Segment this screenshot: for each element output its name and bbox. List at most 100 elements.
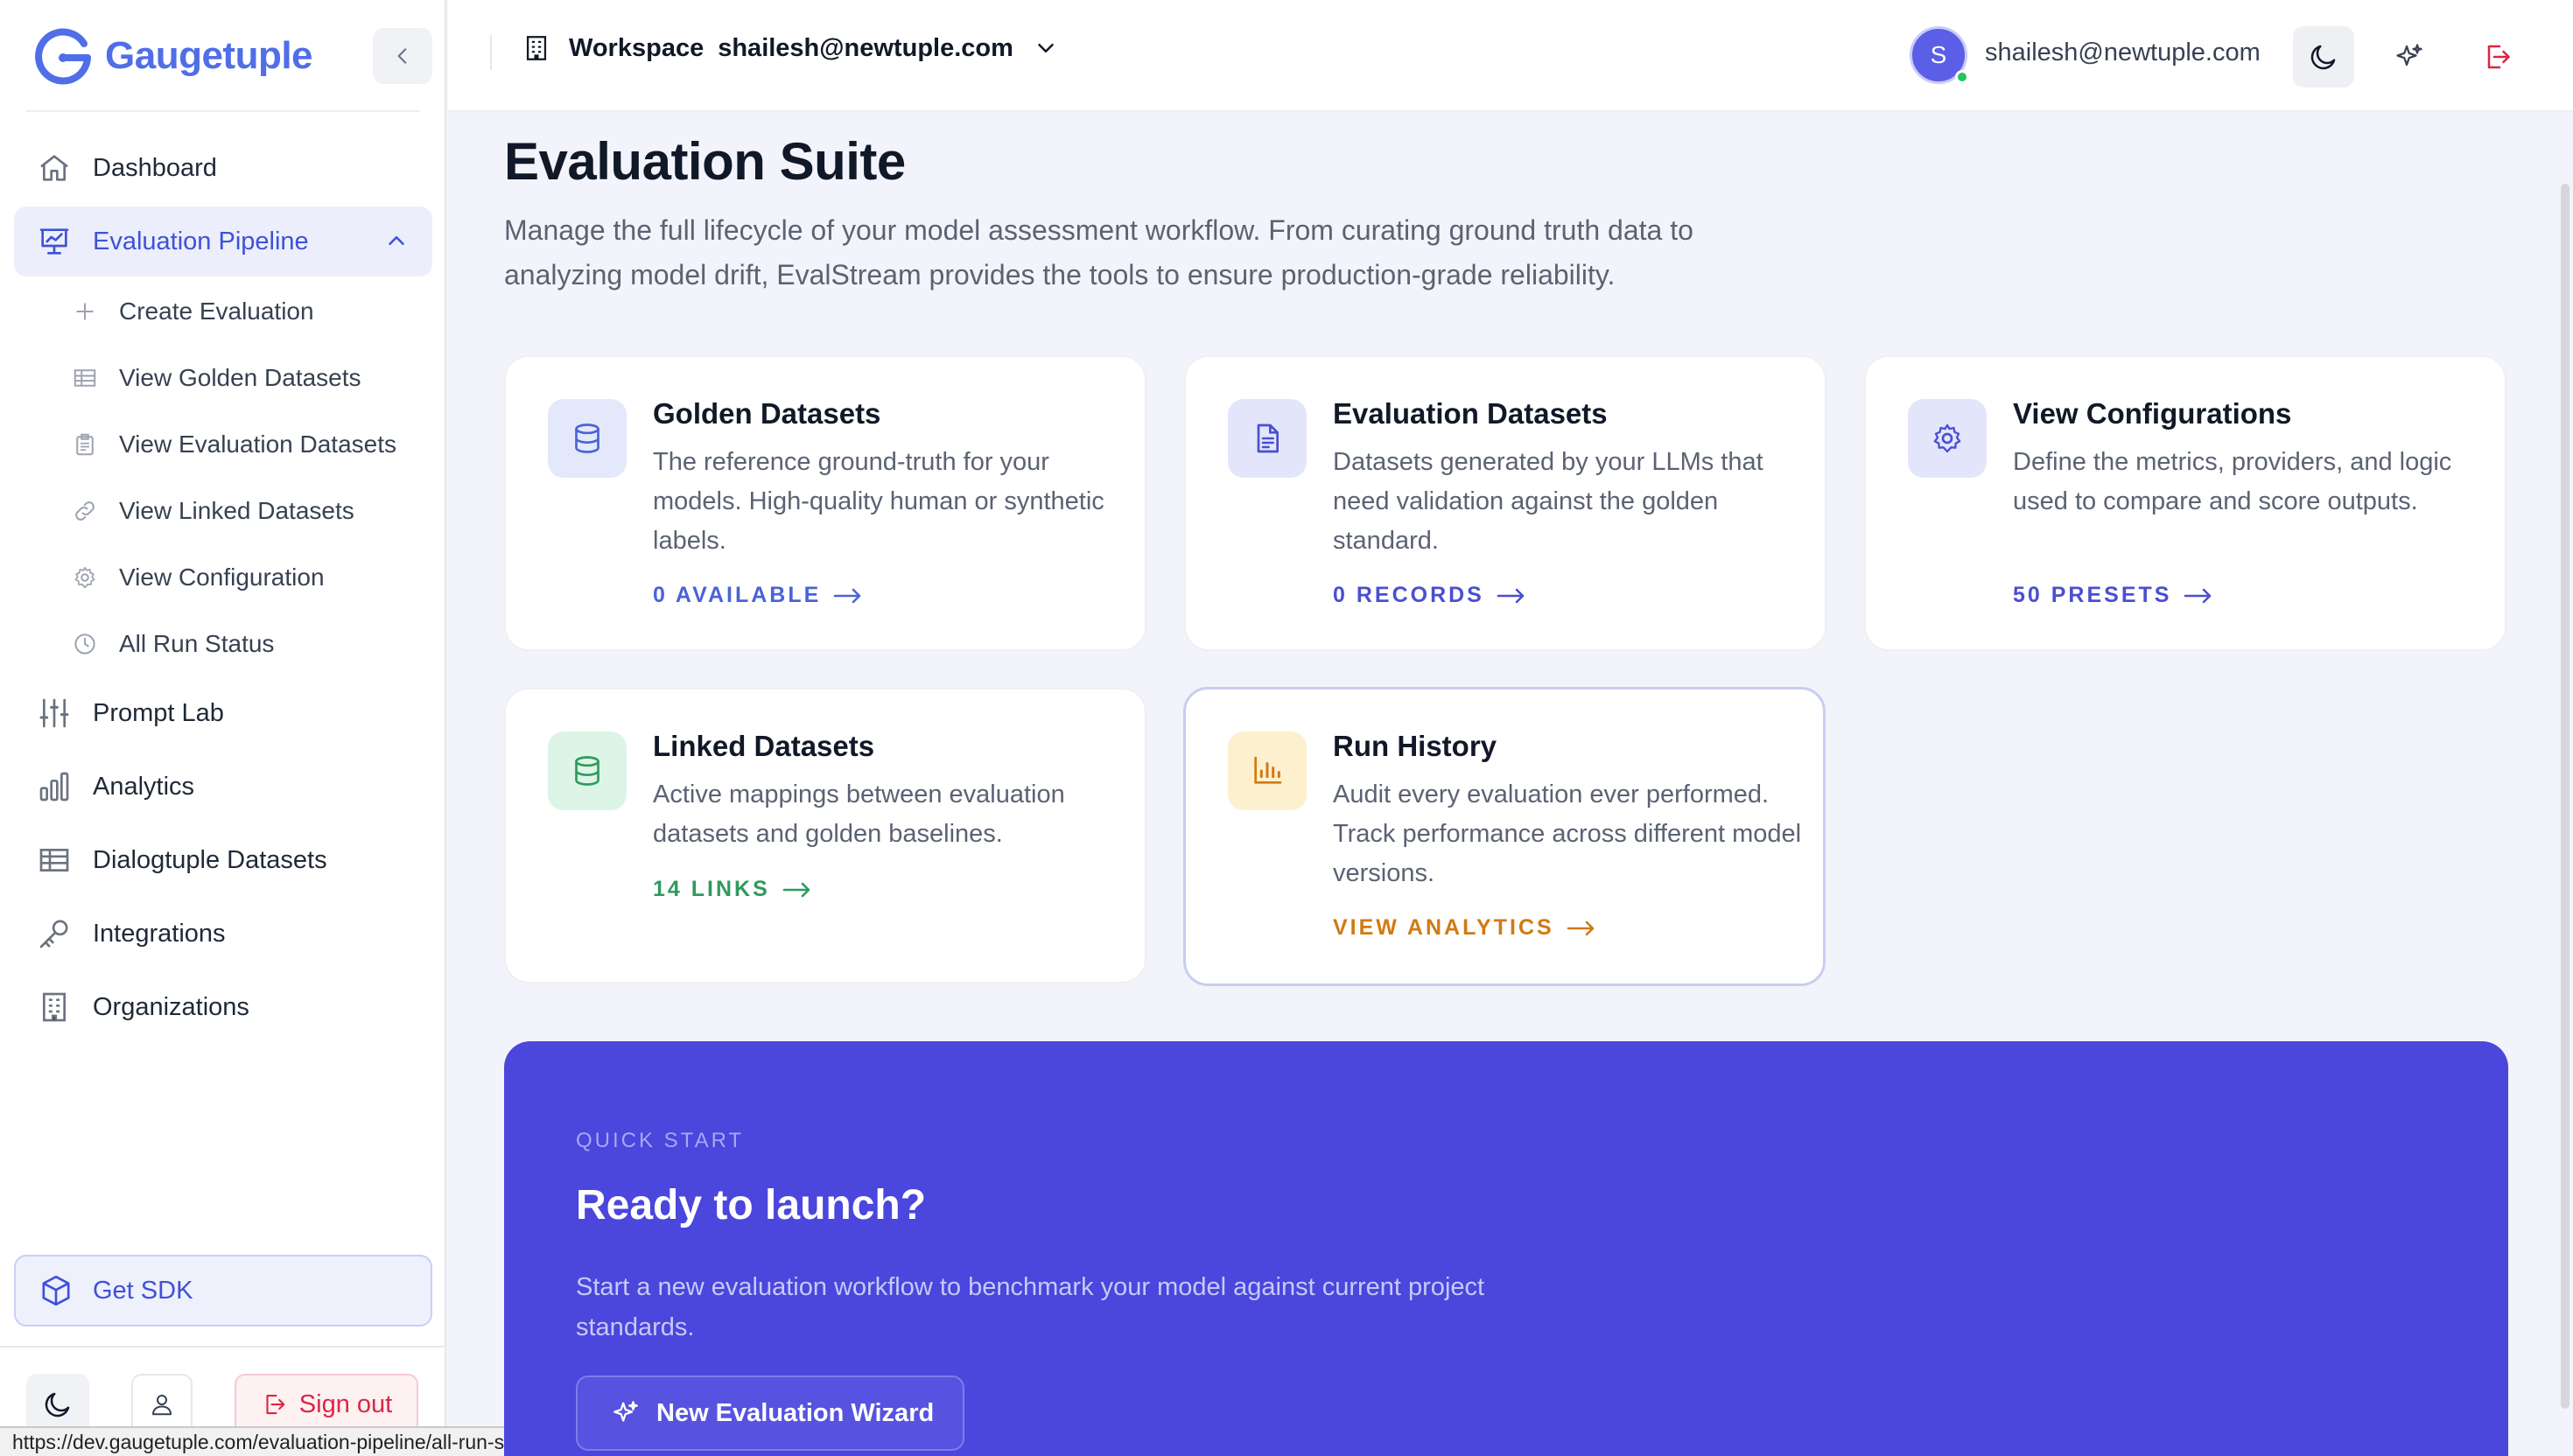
- new-evaluation-wizard-button[interactable]: New Evaluation Wizard: [576, 1376, 964, 1451]
- sliders-icon: [37, 696, 72, 731]
- user-icon: [149, 1391, 175, 1418]
- brand-name: Gaugetuple: [105, 34, 313, 77]
- page-title: Evaluation Suite: [504, 132, 906, 191]
- card-description: Define the metrics, providers, and logic…: [2013, 448, 2452, 515]
- sign-out-label: Sign out: [298, 1390, 393, 1418]
- sparkles-icon: [611, 1398, 656, 1428]
- subitem-label: View Configuration: [119, 564, 325, 591]
- top-header: Workspace shailesh@newtuple.com S shaile…: [448, 0, 2573, 112]
- user-email: shailesh@newtuple.com: [1985, 38, 2261, 66]
- sidebar-item-organizations[interactable]: Organizations: [14, 972, 432, 1042]
- arrow-right-icon: [1554, 920, 1596, 937]
- sidebar-subitem-view-configuration[interactable]: View Configuration: [72, 551, 325, 604]
- browser-status-url: https://dev.gaugetuple.com/evaluation-pi…: [0, 1426, 562, 1456]
- workspace-selector[interactable]: Workspace shailesh@newtuple.com: [522, 33, 1059, 63]
- card-link-label: VIEW ANALYTICS: [1333, 915, 1554, 940]
- workspace-label: Workspace: [569, 33, 705, 62]
- subitem-label: View Golden Datasets: [119, 364, 361, 391]
- sidebar-item-label: Dashboard: [93, 153, 217, 182]
- clock-icon: [72, 631, 98, 657]
- card-link-label: 14 LINKS: [653, 877, 770, 901]
- card-linked-datasets[interactable]: Linked Datasets Active mappings between …: [504, 688, 1146, 984]
- card-title: Linked Datasets: [653, 730, 875, 762]
- card-title: Evaluation Datasets: [1333, 397, 1608, 430]
- card-description: Active mappings between evaluation datas…: [653, 780, 1065, 848]
- card-description: Audit every evaluation ever performed. T…: [1333, 780, 1802, 887]
- card-icon-box: [548, 732, 627, 810]
- card-title: Golden Datasets: [653, 397, 881, 430]
- new-evaluation-wizard-label: New Evaluation Wizard: [656, 1398, 935, 1427]
- sidebar: Gaugetuple Dashboard Evaluation Pipeline…: [0, 0, 446, 1456]
- quick-start-title: Ready to launch?: [576, 1182, 927, 1228]
- online-status-dot: [1955, 70, 1969, 84]
- sidebar-subitem-view-linked-datasets[interactable]: View Linked Datasets: [72, 485, 354, 537]
- sidebar-item-dialogtuple-datasets[interactable]: Dialogtuple Datasets: [14, 825, 432, 895]
- moon-icon: [42, 1389, 74, 1420]
- key-icon: [37, 916, 72, 951]
- card-icon-box: [1908, 399, 1987, 478]
- document-icon: [1250, 421, 1285, 456]
- gear-icon: [1930, 421, 1965, 456]
- arrow-right-icon: [2171, 587, 2213, 605]
- plus-icon: [72, 298, 98, 325]
- card-description: The reference ground-truth for your mode…: [653, 448, 1104, 555]
- get-sdk-label: Get SDK: [93, 1276, 193, 1305]
- sidebar-item-prompt-lab[interactable]: Prompt Lab: [14, 678, 432, 748]
- arrow-right-icon: [1484, 587, 1526, 605]
- collapse-sidebar-button[interactable]: [373, 28, 432, 84]
- sidebar-item-label: Organizations: [93, 992, 249, 1021]
- table-icon: [37, 843, 72, 878]
- sidebar-item-evaluation-pipeline[interactable]: Evaluation Pipeline: [14, 206, 432, 276]
- card-link-presets[interactable]: 50 PRESETS: [2013, 583, 2213, 608]
- bar-chart-icon: [1250, 753, 1285, 788]
- sidebar-subitem-all-run-status[interactable]: All Run Status: [72, 618, 274, 670]
- database-icon: [570, 421, 605, 456]
- subitem-label: View Evaluation Datasets: [119, 430, 396, 458]
- sidebar-subitem-view-evaluation-datasets[interactable]: View Evaluation Datasets: [72, 418, 396, 471]
- gaugetuple-logo-icon: [33, 26, 93, 86]
- sidebar-subitem-create-evaluation[interactable]: Create Evaluation: [72, 285, 314, 338]
- card-link-view-analytics[interactable]: VIEW ANALYTICS: [1333, 915, 1596, 941]
- sparkles-icon: [2394, 41, 2425, 73]
- divider: [490, 35, 492, 70]
- cube-icon: [39, 1273, 74, 1308]
- card-icon-box: [1228, 732, 1307, 810]
- card-description: Datasets generated by your LLMs that nee…: [1333, 448, 1763, 555]
- sidebar-item-dashboard[interactable]: Dashboard: [14, 133, 432, 203]
- quick-start-description: Start a new evaluation workflow to bench…: [576, 1273, 1485, 1341]
- card-link-links[interactable]: 14 LINKS: [653, 877, 812, 902]
- theme-toggle-button[interactable]: [2293, 26, 2354, 88]
- card-evaluation-datasets[interactable]: Evaluation Datasets Datasets generated b…: [1184, 355, 1826, 651]
- logout-button[interactable]: [2466, 26, 2527, 88]
- sidebar-item-analytics[interactable]: Analytics: [14, 752, 432, 822]
- sidebar-subitem-view-golden-datasets[interactable]: View Golden Datasets: [72, 352, 361, 404]
- card-view-configurations[interactable]: View Configurations Define the metrics, …: [1864, 355, 2506, 651]
- brand-logo[interactable]: Gaugetuple: [33, 26, 313, 86]
- card-golden-datasets[interactable]: Golden Datasets The reference ground-tru…: [504, 355, 1146, 651]
- divider: [26, 110, 420, 112]
- subitem-label: All Run Status: [119, 630, 275, 657]
- bar-chart-icon: [37, 769, 72, 804]
- chevron-up-icon: [383, 228, 410, 254]
- sidebar-item-integrations[interactable]: Integrations: [14, 899, 432, 969]
- card-title: Run History: [1333, 730, 1497, 762]
- logout-icon: [2481, 41, 2513, 73]
- page-description: Manage the full lifecycle of your model …: [504, 214, 1693, 290]
- database-icon: [570, 753, 605, 788]
- page-scrollbar[interactable]: [2561, 184, 2569, 1409]
- arrow-right-icon: [770, 881, 812, 899]
- card-link-records[interactable]: 0 RECORDS: [1333, 583, 1526, 608]
- card-run-history[interactable]: Run History Audit every evaluation ever …: [1183, 687, 1826, 986]
- subitem-label: View Linked Datasets: [119, 497, 354, 524]
- card-link-label: 0 RECORDS: [1333, 583, 1484, 607]
- workspace-email: shailesh@newtuple.com: [718, 33, 1013, 62]
- get-sdk-button[interactable]: Get SDK: [14, 1255, 432, 1326]
- building-icon: [522, 33, 551, 63]
- table-icon: [72, 365, 98, 391]
- sidebar-item-label: Dialogtuple Datasets: [93, 845, 327, 874]
- divider: [0, 1346, 446, 1348]
- gear-icon: [72, 564, 98, 591]
- ai-assistant-button[interactable]: [2379, 26, 2440, 88]
- presentation-chart-icon: [37, 224, 72, 259]
- card-link-available[interactable]: 0 AVAILABLE: [653, 583, 863, 608]
